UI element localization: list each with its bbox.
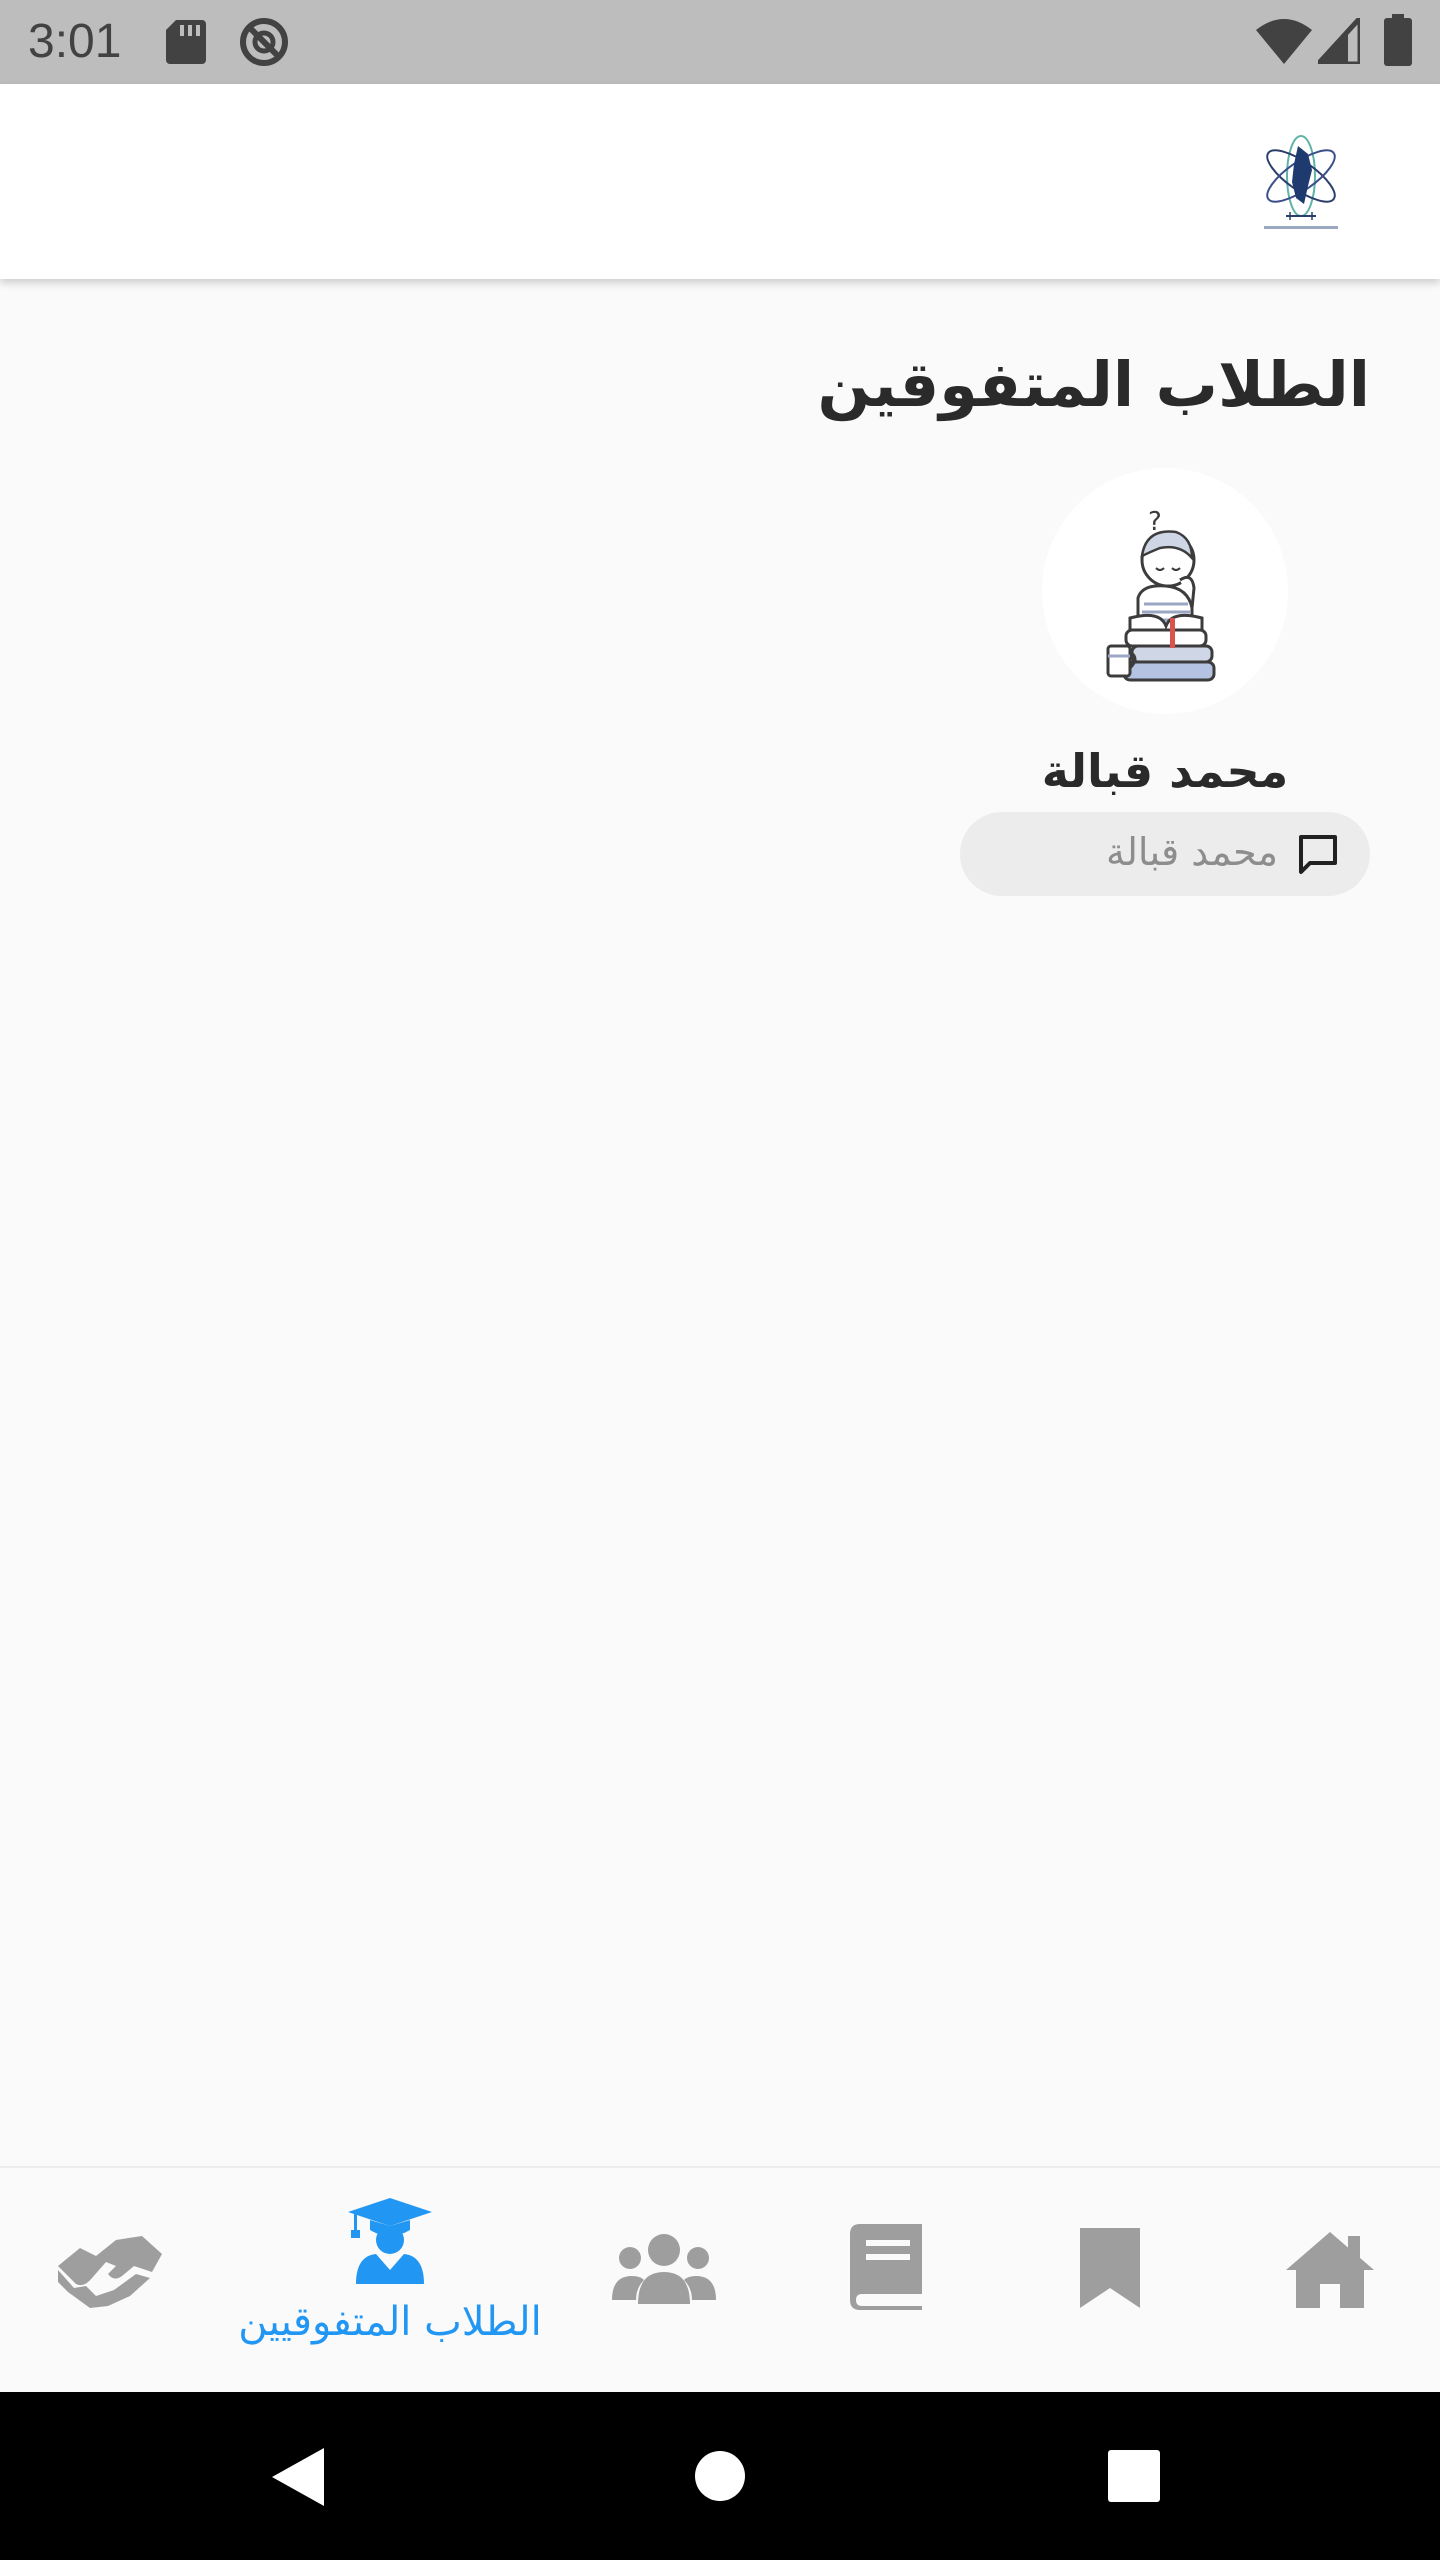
users-icon <box>612 2234 716 2304</box>
handshake-icon <box>58 2236 162 2308</box>
student-name: محمد قبالة <box>1041 744 1289 798</box>
avatar: ? <box>1042 468 1288 714</box>
app-bar <box>0 84 1440 279</box>
recents-icon[interactable] <box>1108 2450 1160 2502</box>
page-title: الطلاب المتفوقين <box>817 348 1371 421</box>
bookmark-icon <box>1080 2228 1140 2308</box>
home-circle-icon[interactable] <box>694 2450 746 2502</box>
student-reading-illustration: ? <box>1106 507 1216 682</box>
nav-item-bookmarks[interactable] <box>1030 2168 1190 2394</box>
nav-label-top-students: الطلاب المتفوقيين <box>238 2299 542 2345</box>
chat-bubble-icon <box>1299 835 1337 874</box>
nav-item-books[interactable] <box>806 2168 966 2394</box>
status-time: 3:01 <box>28 15 122 68</box>
atom-logo-icon[interactable] <box>1246 124 1356 244</box>
nav-item-groups[interactable] <box>584 2168 744 2394</box>
status-bar: 3:01 <box>0 0 1440 84</box>
message-chip[interactable]: محمد قبالة <box>960 812 1370 896</box>
message-chip-label: محمد قبالة <box>1105 830 1278 874</box>
home-icon <box>1286 2232 1374 2308</box>
signal-icon <box>1318 18 1360 64</box>
sd-card-icon <box>166 20 206 64</box>
battery-icon <box>1384 14 1412 66</box>
nav-item-top-students[interactable]: الطلاب المتفوقيين <box>220 2168 560 2394</box>
wifi-icon <box>1256 19 1312 64</box>
nav-item-partners[interactable] <box>30 2168 190 2394</box>
book-icon <box>850 2224 922 2310</box>
graduate-icon <box>348 2198 432 2284</box>
bottom-nav: الطلاب المتفوقيين <box>0 2166 1440 2394</box>
nav-item-home[interactable] <box>1250 2168 1410 2394</box>
student-card[interactable]: ? محمد قبالة محمد قبالة <box>960 468 1370 898</box>
system-nav <box>0 2392 1440 2560</box>
back-icon[interactable] <box>268 2446 328 2508</box>
no-sync-icon <box>240 18 288 66</box>
